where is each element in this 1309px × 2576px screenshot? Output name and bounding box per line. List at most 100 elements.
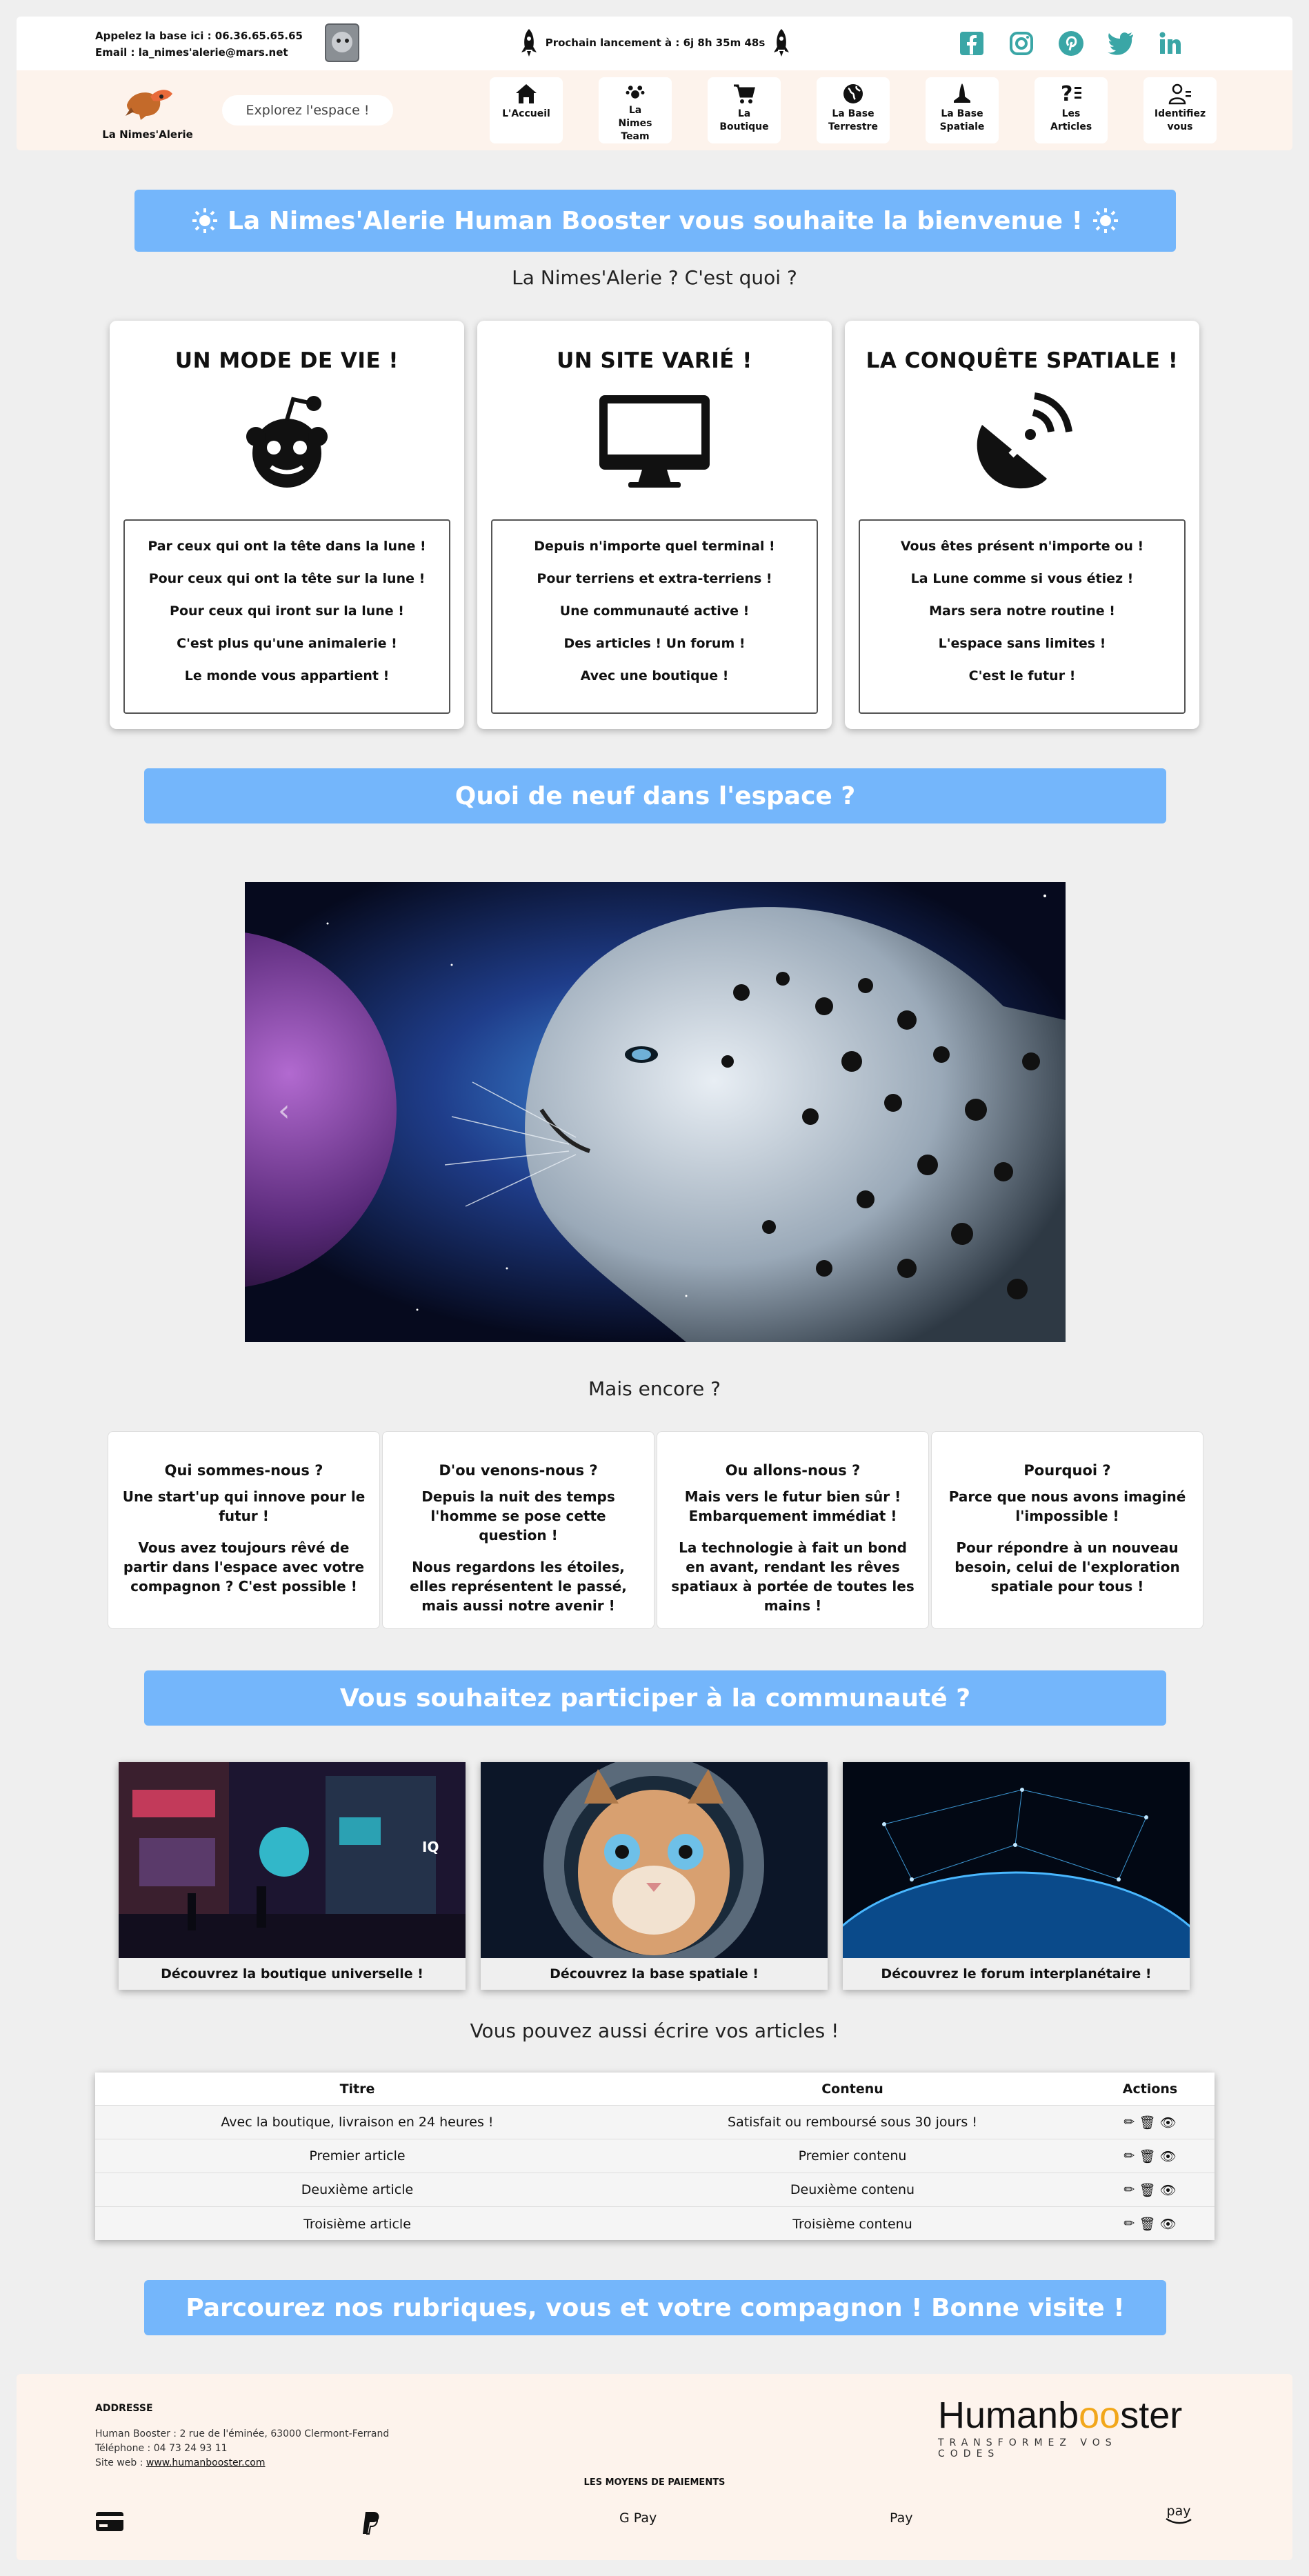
cell-content: Troisième contenu [792,2216,912,2232]
social-links [956,28,1186,59]
news-carousel[interactable]: ‹ [245,882,1066,1342]
humanbooster-logo[interactable]: Humanbooster TRANSFORMEZ VOS CODES [938,2395,1182,2459]
twitter-icon[interactable] [1105,28,1137,59]
nav-item-boutique[interactable]: La Boutique [708,77,781,143]
gpay-icon: G Pay [619,2510,657,2526]
footer-address: ADDRESSE Human Booster : 2 rue de l'émin… [95,2402,389,2470]
trash-icon[interactable]: 🗑 [1139,2216,1155,2232]
card-lifestyle: UN MODE DE VIE ! Par ceux qui ont la têt… [110,321,464,729]
phone-line: Téléphone : 04 73 24 93 11 [95,2443,228,2454]
edit-icon[interactable]: ✏ [1123,2115,1135,2130]
svg-text:IQ: IQ [422,1839,439,1855]
card-lines: Depuis n'importe quel terminal ! Pour te… [491,519,818,714]
site-logo[interactable]: La Nimes'Alerie [99,84,196,141]
info-text: Vous avez toujours rêvé de partir dans l… [123,1539,365,1595]
launch-countdown: Prochain lancement à : 6j 8h 35m 48s [517,26,793,59]
info-title: Ou allons-nous ? [725,1462,861,1479]
thumb-boutique[interactable]: IQ Découvrez la boutique universelle ! [119,1762,466,1990]
website-line: Site web : www.humanbooster.com [95,2457,266,2468]
logo-text: La Nimes'Alerie [102,128,193,141]
credit-card-icon [95,2510,124,2533]
news-banner: Quoi de neuf dans l'espace ? [144,768,1166,823]
thumb-caption: Découvrez la boutique universelle ! [119,1958,466,1990]
cell-content: Deuxième contenu [790,2182,915,2197]
card-line: C'est le futur ! [968,668,1076,683]
info-box-why: Pourquoi ? Parce que nous avons imaginé … [931,1431,1203,1629]
nav-item-team[interactable]: La Nimes Team [599,77,672,143]
eye-icon[interactable]: 👁 [1159,2182,1176,2198]
trash-icon[interactable]: 🗑 [1139,2115,1155,2130]
card-line: Le monde vous appartient ! [184,668,390,683]
card-line: Pour ceux qui ont la tête sur la lune ! [148,571,426,586]
column-header[interactable]: Titre [95,2081,619,2097]
info-title: D'ou venons-nous ? [439,1462,598,1479]
eye-icon[interactable]: 👁 [1159,2148,1176,2164]
eye-icon[interactable]: 👁 [1159,2216,1176,2232]
more-title: Mais encore ? [588,1377,721,1400]
nav-item-login[interactable]: Identifiez vous [1143,77,1217,143]
facebook-icon[interactable] [956,28,988,59]
cell-title: Troisième article [303,2216,411,2232]
info-text: Une start'up qui innove pour le futur ! [122,1488,366,1524]
cell-content: Satisfait ou remboursé sous 30 jours ! [728,2115,977,2130]
space-leopard-image [245,882,1066,1342]
row-actions: ✏ 🗑 👁 [1086,2148,1215,2164]
table-row: Deuxième article Deuxième contenu ✏ 🗑 👁 [95,2173,1215,2207]
address-title: ADDRESSE [95,2403,153,2414]
contact-email[interactable]: Email : la_nimes'alerie@mars.net [95,44,303,61]
card-conquest: LA CONQUÊTE SPATIALE ! Vous êtes présent… [845,321,1199,729]
instagram-icon[interactable] [1006,28,1037,59]
linkedin-icon[interactable] [1155,28,1186,59]
nav-item-base-terrestre[interactable]: La Base Terrestre [817,77,890,143]
card-lines: Par ceux qui ont la tête dans la lune ! … [123,519,450,714]
trash-icon[interactable]: 🗑 [1139,2182,1155,2198]
nav-label: La Boutique [719,108,769,132]
info-text: Mais vers le futur bien sûr ! Embarqueme… [684,1488,901,1524]
card-lines: Vous êtes présent n'importe ou ! La Lune… [859,519,1186,714]
address-line: Human Booster : 2 rue de l'éminée, 63000… [95,2428,390,2439]
cell-title: Deuxième article [301,2182,414,2197]
amazonpay-icon: pay [1165,2505,1192,2524]
carousel-prev-icon[interactable]: ‹ [278,1093,290,1128]
top-bar: Appelez la base ici : 06.36.65.65.65 Ema… [17,17,1292,70]
edit-icon[interactable]: ✏ [1123,2148,1135,2164]
articles-table: Titre Contenu Actions Avec la boutique, … [95,2073,1215,2240]
sun-icon [192,208,217,233]
card-line: Depuis n'importe quel terminal ! [534,539,775,554]
what-is-title: La Nimes'Alerie ? C'est quoi ? [512,266,797,289]
team-icon [626,86,645,99]
rocket-icon [521,29,537,57]
nav-item-base-spatiale[interactable]: La Base Spatiale [926,77,999,143]
table-header: Titre Contenu Actions [95,2073,1215,2106]
nav-item-articles[interactable]: ? Les Articles [1035,77,1108,143]
edit-icon[interactable]: ✏ [1123,2216,1135,2232]
payments-title: LES MOYENS DE PAIEMENTS [583,2477,726,2488]
globe-icon [843,84,863,103]
card-line: Pour ceux qui iront sur la lune ! [170,603,404,619]
trash-icon[interactable]: 🗑 [1139,2148,1155,2164]
info-title: Qui sommes-nous ? [164,1462,323,1479]
card-line: Pour terriens et extra-terriens ! [537,571,772,586]
rocket-icon [774,29,790,57]
thumb-base-spatiale[interactable]: Découvrez la base spatiale ! [481,1762,828,1990]
nav-item-accueil[interactable]: L'Accueil [490,77,563,143]
website-link[interactable]: www.humanbooster.com [146,2457,266,2468]
explore-button[interactable]: Explorez l'espace ! [222,95,393,126]
card-line: Par ceux qui ont la tête dans la lune ! [148,539,426,554]
closing-banner: Parcourez nos rubriques, vous et votre c… [144,2280,1166,2335]
card-line: Mars sera notre routine ! [929,603,1115,619]
column-header[interactable]: Contenu [619,2081,1086,2097]
applepay-icon: Pay [890,2510,913,2526]
thumb-forum[interactable]: Découvrez le forum interplanétaire ! [843,1762,1190,1990]
sun-icon [1093,208,1119,233]
home-icon [516,84,537,103]
contact-phone: Appelez la base ici : 06.36.65.65.65 [95,30,303,42]
pinterest-icon[interactable] [1055,28,1087,59]
community-banner: Vous souhaitez participer à la communaut… [144,1670,1166,1726]
paypal-icon [361,2510,382,2535]
card-site: UN SITE VARIÉ ! Depuis n'importe quel te… [477,321,832,729]
table-row: Troisième article Troisième contenu ✏ 🗑 👁 [95,2207,1215,2241]
contact-info: Appelez la base ici : 06.36.65.65.65 Ema… [95,28,303,61]
eye-icon[interactable]: 👁 [1159,2115,1176,2130]
edit-icon[interactable]: ✏ [1123,2182,1135,2198]
